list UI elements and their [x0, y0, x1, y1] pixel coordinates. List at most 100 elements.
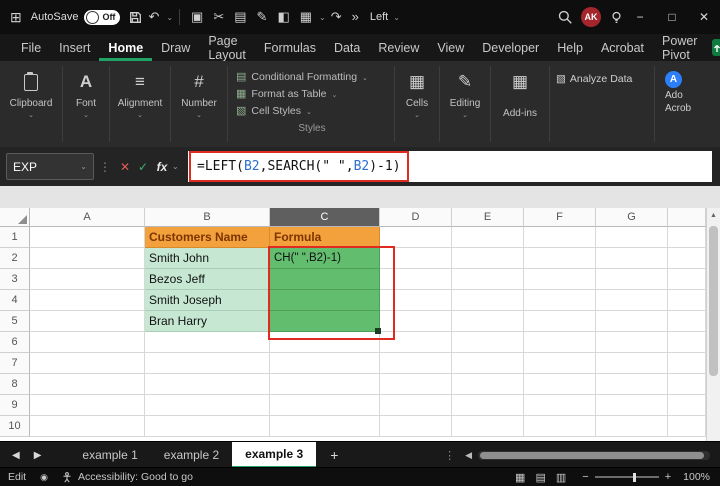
cell-E4[interactable]: [452, 290, 524, 311]
menu-draw[interactable]: Draw: [152, 34, 199, 61]
close-button[interactable]: ✕: [688, 0, 720, 34]
cell-C1[interactable]: Formula: [270, 227, 380, 248]
menu-review[interactable]: Review: [369, 34, 428, 61]
save-icon[interactable]: [128, 10, 143, 25]
cell-B8[interactable]: [145, 374, 270, 395]
table-icon[interactable]: ▦: [300, 0, 312, 34]
cell-D9[interactable]: [380, 395, 452, 416]
table-chevron-icon[interactable]: ⌄: [319, 13, 326, 22]
row-header-6[interactable]: 6: [0, 332, 30, 353]
column-header-F[interactable]: F: [524, 208, 596, 227]
cell-D2[interactable]: [380, 248, 452, 269]
row-header-7[interactable]: 7: [0, 353, 30, 374]
macro-record-icon[interactable]: ◉: [40, 472, 48, 483]
cell-F1[interactable]: [524, 227, 596, 248]
sheet-nav-right-icon[interactable]: ▶: [34, 450, 42, 461]
cell-B1[interactable]: Customers Name: [145, 227, 270, 248]
cell-X10[interactable]: [668, 416, 706, 437]
cell-G2[interactable]: [596, 248, 668, 269]
normal-view-icon[interactable]: ▦: [515, 471, 525, 484]
conditional-formatting-button[interactable]: ▤ Conditional Formatting ⌄: [236, 68, 388, 85]
fill-color-icon[interactable]: ◧: [277, 0, 289, 34]
undo-icon[interactable]: ↶: [148, 0, 159, 34]
cell-D10[interactable]: [380, 416, 452, 437]
cell-D4[interactable]: [380, 290, 452, 311]
lightbulb-icon[interactable]: [609, 10, 624, 25]
sheet-nav-left-icon[interactable]: ◀: [12, 450, 20, 461]
cell-F5[interactable]: [524, 311, 596, 332]
cell-G5[interactable]: [596, 311, 668, 332]
row-header-4[interactable]: 4: [0, 290, 30, 311]
cell-F9[interactable]: [524, 395, 596, 416]
horizontal-scrollbar-thumb[interactable]: [480, 452, 704, 459]
fill-handle[interactable]: [375, 328, 381, 334]
cell-B4[interactable]: Smith Joseph: [145, 290, 270, 311]
cell-A3[interactable]: [30, 269, 145, 290]
cell-A4[interactable]: [30, 290, 145, 311]
cell-X6[interactable]: [668, 332, 706, 353]
cell-G9[interactable]: [596, 395, 668, 416]
sheet-tab-example-2[interactable]: example 2: [151, 442, 232, 468]
paste-icon[interactable]: ▤: [234, 0, 246, 34]
column-header-E[interactable]: E: [452, 208, 524, 227]
cell-C6[interactable]: [270, 332, 380, 353]
cell-G3[interactable]: [596, 269, 668, 290]
cell-B9[interactable]: [145, 395, 270, 416]
cell-E3[interactable]: [452, 269, 524, 290]
cell-G1[interactable]: [596, 227, 668, 248]
avatar[interactable]: AK: [581, 7, 601, 27]
menu-power-pivot[interactable]: Power Pivot: [653, 34, 706, 61]
vertical-scrollbar-thumb[interactable]: [709, 226, 718, 376]
menu-home[interactable]: Home: [99, 34, 152, 61]
ribbon-group-number[interactable]: # Number ⌄: [171, 61, 227, 147]
cell-X5[interactable]: [668, 311, 706, 332]
cell-E9[interactable]: [452, 395, 524, 416]
cell-F8[interactable]: [524, 374, 596, 395]
menu-view[interactable]: View: [428, 34, 473, 61]
cell-C7[interactable]: [270, 353, 380, 374]
cell-C10[interactable]: [270, 416, 380, 437]
cell-E6[interactable]: [452, 332, 524, 353]
cell-X7[interactable]: [668, 353, 706, 374]
cell-X2[interactable]: [668, 248, 706, 269]
quick-function-dropdown[interactable]: Left ⌄: [370, 11, 400, 23]
sheet-tab-example-3[interactable]: example 3: [232, 442, 316, 468]
search-icon[interactable]: [557, 9, 573, 25]
row-header-2[interactable]: 2: [0, 248, 30, 269]
cell-D1[interactable]: [380, 227, 452, 248]
cell-B5[interactable]: Bran Harry: [145, 311, 270, 332]
cell-D3[interactable]: [380, 269, 452, 290]
column-header-B[interactable]: B: [145, 208, 270, 227]
more-commands-icon[interactable]: »: [352, 0, 359, 34]
tab-splitter-handle[interactable]: ⋮: [444, 449, 455, 462]
cut-icon[interactable]: ✂: [213, 0, 224, 34]
autosave-toggle[interactable]: Off: [84, 10, 120, 25]
zoom-in-button[interactable]: +: [665, 471, 671, 483]
menu-page-layout[interactable]: Page Layout: [199, 34, 255, 61]
zoom-level[interactable]: 100%: [683, 471, 710, 483]
cell-F7[interactable]: [524, 353, 596, 374]
cell-A7[interactable]: [30, 353, 145, 374]
cell-C2[interactable]: CH(" ",B2)-1): [270, 248, 380, 269]
cell-E8[interactable]: [452, 374, 524, 395]
accessibility-icon[interactable]: [62, 472, 72, 483]
cell-C8[interactable]: [270, 374, 380, 395]
share-button[interactable]: [712, 39, 720, 56]
insert-function-button[interactable]: fx: [152, 160, 172, 174]
ribbon-group-cells[interactable]: ▦ Cells ⌄: [395, 61, 439, 147]
format-as-table-button[interactable]: ▦ Format as Table ⌄: [236, 85, 388, 102]
cell-F10[interactable]: [524, 416, 596, 437]
ribbon-group-editing[interactable]: ✎ Editing ⌄: [440, 61, 490, 147]
menu-developer[interactable]: Developer: [473, 34, 548, 61]
column-header-G[interactable]: G: [596, 208, 668, 227]
cell-A10[interactable]: [30, 416, 145, 437]
new-sheet-button[interactable]: +: [330, 447, 338, 463]
menu-file[interactable]: File: [12, 34, 50, 61]
cell-F4[interactable]: [524, 290, 596, 311]
ribbon-group-font[interactable]: A Font ⌄: [63, 61, 109, 147]
cancel-entry-button[interactable]: ✕: [116, 160, 134, 174]
cell-C4[interactable]: [270, 290, 380, 311]
row-header-3[interactable]: 3: [0, 269, 30, 290]
cell-F6[interactable]: [524, 332, 596, 353]
undo-chevron-icon[interactable]: ⌄: [166, 13, 173, 22]
